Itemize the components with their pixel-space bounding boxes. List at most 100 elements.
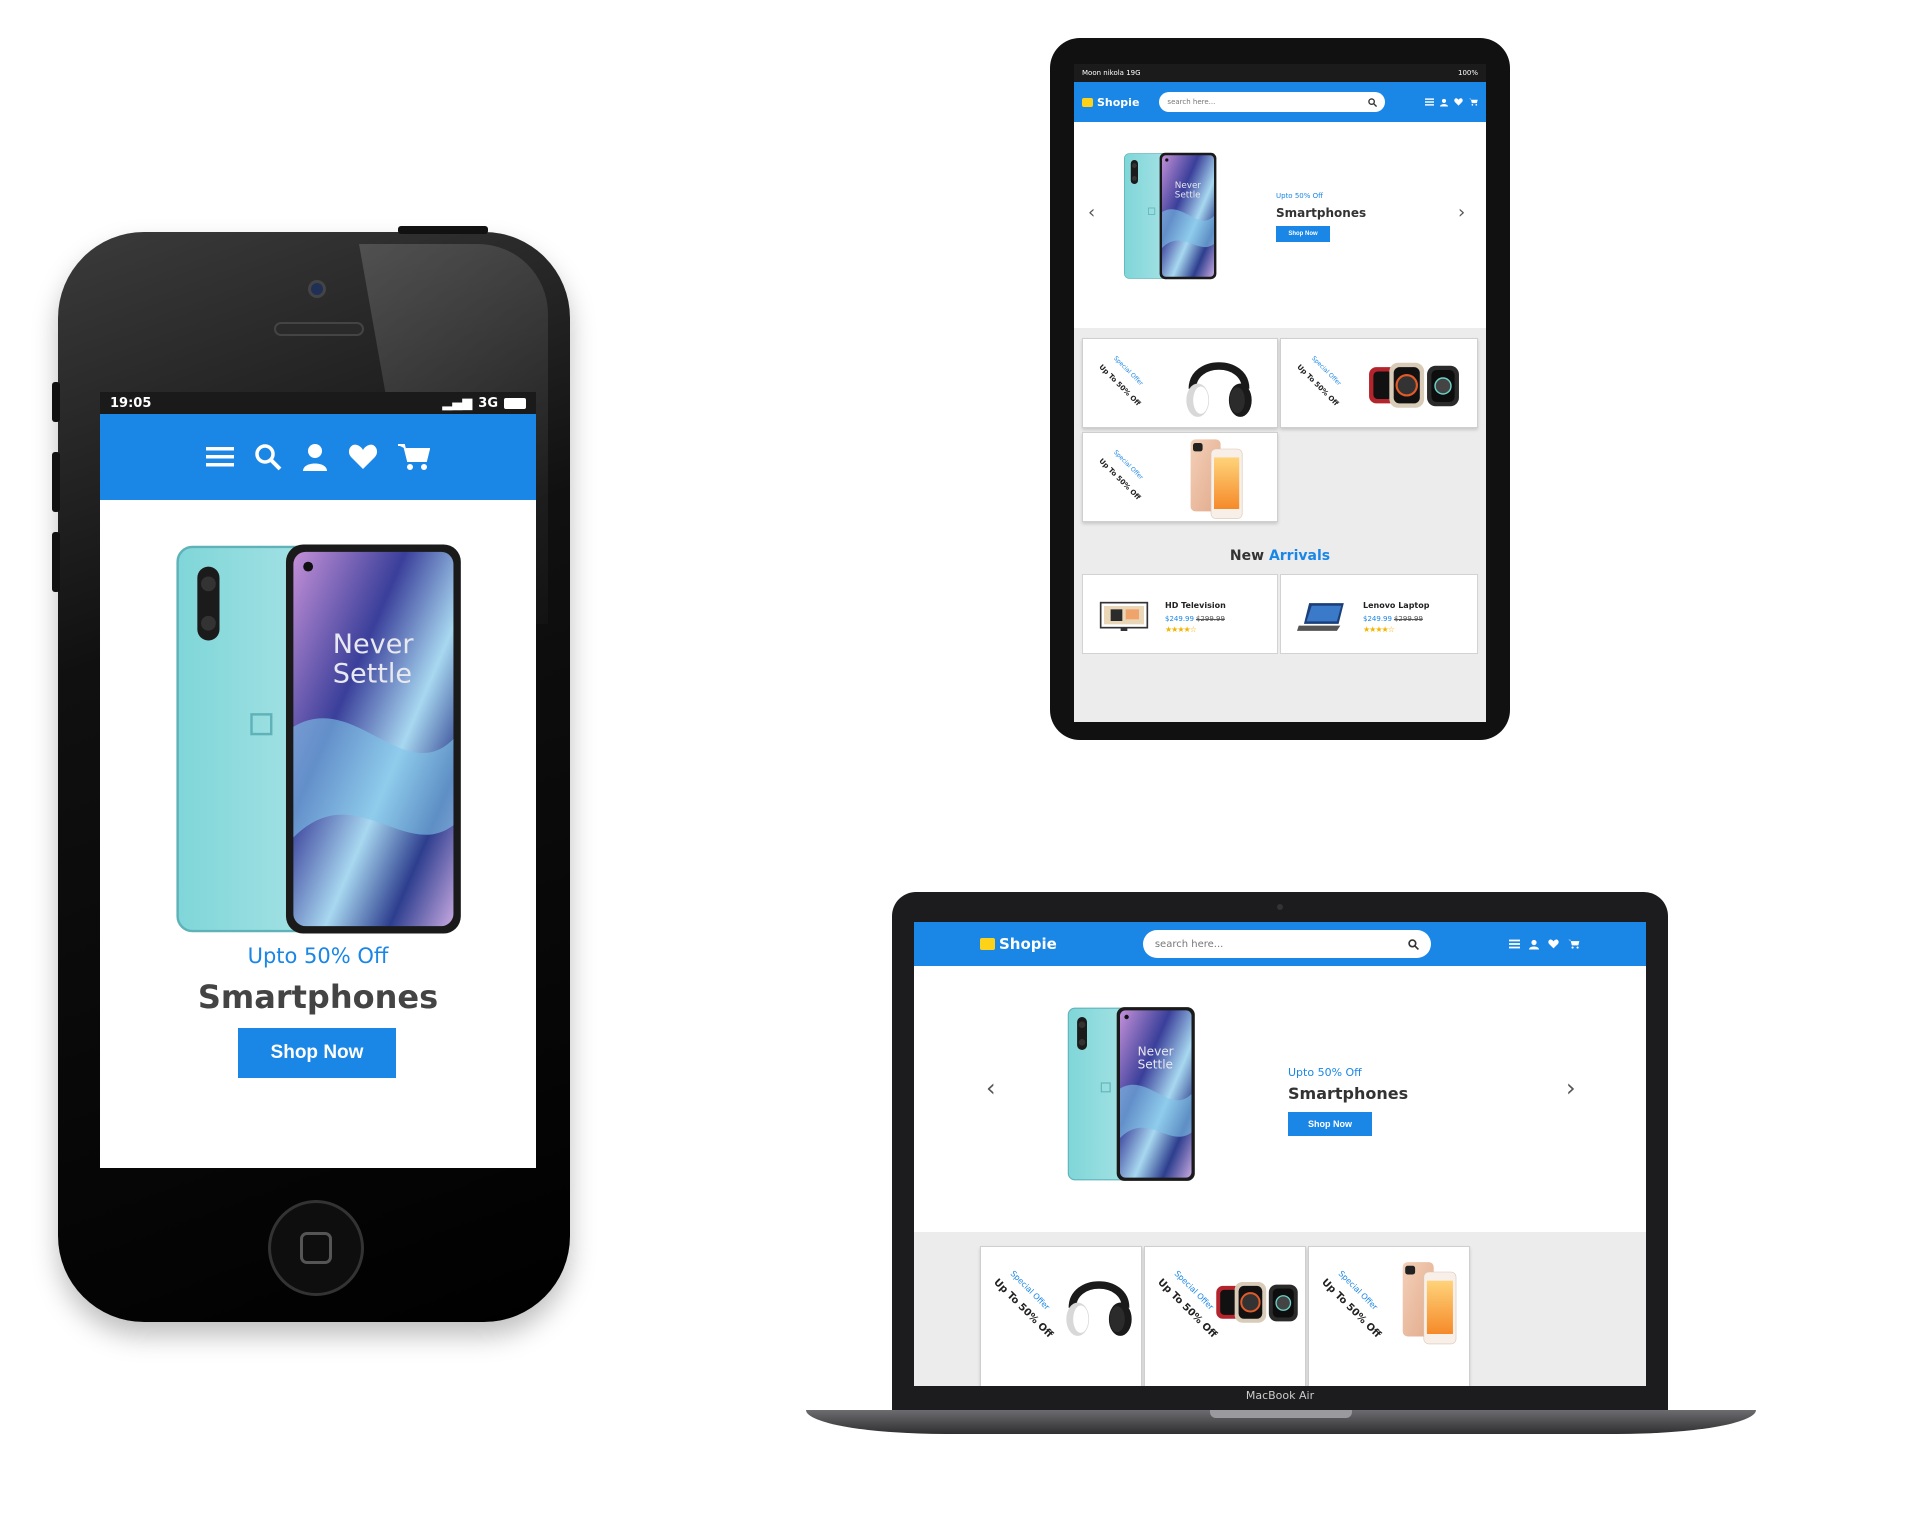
search-icon[interactable] bbox=[1368, 97, 1378, 107]
tablet-status-bar: Moon nikola 19G 100% bbox=[1074, 64, 1486, 82]
hero-offer-text: Upto 50% Off bbox=[1288, 1066, 1362, 1079]
cart-icon[interactable] bbox=[398, 443, 430, 471]
shop-logo-icon bbox=[1082, 97, 1093, 107]
phone-navbar bbox=[100, 414, 536, 500]
phone-camera bbox=[308, 280, 326, 298]
header-icons bbox=[1509, 939, 1580, 950]
heading-prefix: New bbox=[1229, 548, 1265, 564]
tablet-offers-section: Special Offer Up To 50% Off Special Offe… bbox=[1074, 328, 1486, 722]
offer-card-smartwatch[interactable]: Special Offer Up To 50% Off bbox=[1280, 338, 1478, 428]
cart-icon[interactable] bbox=[1568, 939, 1580, 949]
laptop-offers-section: Special Offer Up To 50% Off Special Offe… bbox=[914, 1232, 1646, 1386]
offer-card-smartphone[interactable]: Special Offer Up To 50% Off bbox=[1308, 1246, 1470, 1386]
headphones-image bbox=[1061, 1263, 1137, 1345]
heading-highlight: Arrivals bbox=[1268, 548, 1331, 564]
laptop-product-image bbox=[1297, 603, 1344, 631]
shop-now-button[interactable]: Shop Now bbox=[238, 1028, 396, 1078]
offer-discount: Up To 50% Off bbox=[1097, 363, 1142, 408]
offer-card-smartwatch[interactable]: Special Offer Up To 50% Off bbox=[1144, 1246, 1306, 1386]
phone-mockup: 19:05 ▂▄▆ 3G Upto 50% Off Smartphones Sh… bbox=[52, 226, 570, 1322]
status-time: 19:05 bbox=[110, 395, 152, 411]
brand-name: Shopie bbox=[1097, 95, 1140, 109]
phone-speaker bbox=[274, 322, 364, 336]
rating-stars-icon: ★★★★☆ bbox=[1363, 625, 1395, 634]
smartwatch-image bbox=[1367, 361, 1461, 409]
brand-logo[interactable]: Shopie bbox=[980, 935, 1057, 953]
product-card-tv[interactable]: HD Television $249.99 $299.99 ★★★★☆ bbox=[1082, 574, 1278, 654]
shop-now-button[interactable]: Shop Now bbox=[1276, 226, 1330, 242]
headphones-image bbox=[1181, 347, 1257, 423]
prev-arrow-icon[interactable]: ‹ bbox=[986, 1074, 996, 1102]
phone-volume-down bbox=[52, 532, 60, 592]
menu-icon[interactable] bbox=[1509, 939, 1520, 949]
smartphone-image bbox=[1402, 1261, 1457, 1345]
phone-status-bar: 19:05 ▂▄▆ 3G bbox=[100, 392, 536, 414]
product-price: $249.99 $299.99 bbox=[1165, 615, 1225, 623]
hero-title: Smartphones bbox=[1276, 206, 1367, 220]
header-icons bbox=[1425, 98, 1478, 107]
search-placeholder: search here... bbox=[1167, 98, 1216, 106]
menu-icon[interactable] bbox=[1425, 98, 1434, 106]
tv-image bbox=[1099, 601, 1149, 632]
laptop-hero-slider: ‹ Upto 50% Off Smartphones Shop Now › bbox=[914, 966, 1646, 1232]
laptop-model-label: MacBook Air bbox=[1245, 1389, 1315, 1402]
search-input[interactable]: search here... bbox=[1159, 92, 1386, 112]
laptop-camera bbox=[1277, 904, 1283, 910]
hero-smartphone-image bbox=[176, 543, 463, 935]
phone-screen: 19:05 ▂▄▆ 3G Upto 50% Off Smartphones Sh… bbox=[100, 392, 536, 1168]
tablet-hero-slider: ‹ Upto 50% Off Smartphones Shop Now › bbox=[1074, 122, 1486, 328]
user-icon[interactable] bbox=[1529, 939, 1539, 950]
user-icon[interactable] bbox=[1440, 98, 1448, 107]
user-icon[interactable] bbox=[302, 443, 328, 471]
search-input[interactable]: search here... bbox=[1142, 930, 1431, 958]
search-icon[interactable] bbox=[254, 443, 282, 471]
search-placeholder: search here... bbox=[1154, 938, 1224, 950]
product-name: Lenovo Laptop bbox=[1363, 601, 1430, 610]
laptop-screen: Shopie search here... ‹ Upto 50% Off Sma… bbox=[914, 922, 1646, 1386]
menu-icon[interactable] bbox=[206, 445, 234, 469]
hero-title: Smartphones bbox=[1288, 1084, 1409, 1103]
status-network: 3G bbox=[478, 395, 498, 411]
search-icon[interactable] bbox=[1408, 938, 1419, 950]
phone-power-button bbox=[398, 226, 488, 234]
hero-title: Smartphones bbox=[197, 978, 439, 1016]
new-arrivals-heading: New Arrivals bbox=[1074, 548, 1486, 564]
offer-discount: Up To 50% Off bbox=[1295, 363, 1340, 408]
status-signal: ▂▄▆ 3G bbox=[442, 396, 526, 411]
hero-offer-text: Upto 50% Off bbox=[247, 944, 389, 968]
rating-stars-icon: ★★★★☆ bbox=[1165, 625, 1197, 634]
heart-icon[interactable] bbox=[1548, 939, 1559, 949]
tablet-header: Shopie search here... bbox=[1074, 82, 1486, 122]
brand-name: Shopie bbox=[999, 935, 1057, 953]
signal-icon: ▂▄▆ bbox=[442, 395, 473, 411]
tablet-screen: Moon nikola 19G 100% Shopie search here.… bbox=[1074, 64, 1486, 722]
tablet-status-right: 100% bbox=[1457, 69, 1478, 77]
phone-mute-switch bbox=[52, 382, 60, 422]
product-name: HD Television bbox=[1165, 601, 1226, 610]
prev-arrow-icon[interactable]: ‹ bbox=[1088, 202, 1095, 223]
shop-now-button[interactable]: Shop Now bbox=[1288, 1112, 1372, 1136]
shop-logo-icon bbox=[980, 938, 995, 950]
brand-logo[interactable]: Shopie bbox=[1082, 96, 1139, 109]
product-price: $249.99 $299.99 bbox=[1363, 615, 1423, 623]
phone-volume-up bbox=[52, 452, 60, 512]
heart-icon[interactable] bbox=[1454, 98, 1463, 106]
next-arrow-icon[interactable]: › bbox=[1458, 202, 1465, 223]
laptop-notch bbox=[1210, 1410, 1352, 1418]
offer-card-headphones[interactable]: Special Offer Up To 50% Off bbox=[1082, 338, 1278, 428]
offer-card-headphones[interactable]: Special Offer Up To 50% Off bbox=[980, 1246, 1142, 1386]
laptop-header: Shopie search here... bbox=[914, 922, 1646, 966]
hero-smartphone-image bbox=[1123, 152, 1217, 280]
next-arrow-icon[interactable]: › bbox=[1566, 1074, 1576, 1102]
heart-icon[interactable] bbox=[348, 444, 378, 470]
tablet-status-left: Moon nikola 19G bbox=[1082, 69, 1141, 77]
hero-offer-text: Upto 50% Off bbox=[1276, 192, 1323, 200]
hero-smartphone-image bbox=[1067, 1006, 1196, 1182]
battery-icon bbox=[504, 397, 526, 409]
laptop-mockup: Shopie search here... ‹ Upto 50% Off Sma… bbox=[892, 892, 1668, 1410]
offer-card-smartphone[interactable]: Special Offer Up To 50% Off bbox=[1082, 432, 1278, 522]
cart-icon[interactable] bbox=[1469, 98, 1478, 106]
smartphone-image bbox=[1190, 439, 1243, 519]
product-card-laptop[interactable]: Lenovo Laptop $249.99 $299.99 ★★★★☆ bbox=[1280, 574, 1478, 654]
offer-discount: Up To 50% Off bbox=[1097, 457, 1142, 502]
